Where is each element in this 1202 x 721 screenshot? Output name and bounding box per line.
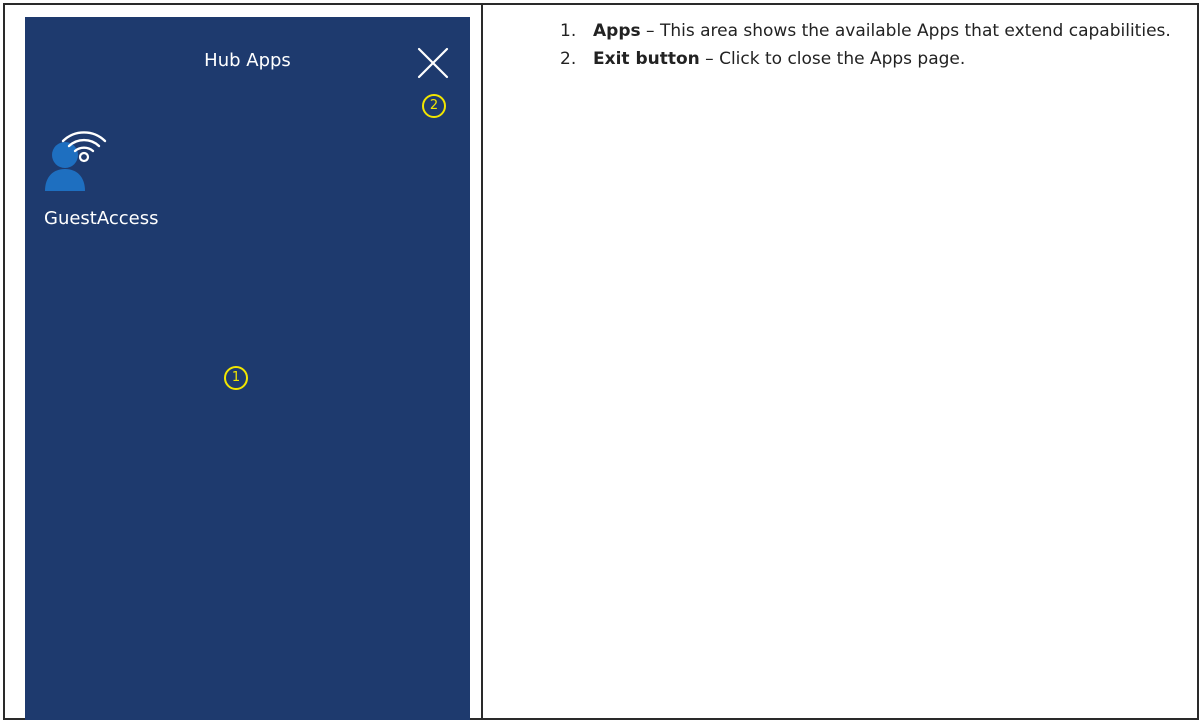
app-tile-guestaccess[interactable]: GuestAccess <box>43 125 193 245</box>
list-term: Apps <box>593 21 641 41</box>
callout-marker-1: 1 <box>224 366 248 390</box>
list-text: This area shows the available Apps that … <box>659 21 1171 41</box>
list-item: 2. Exit button – Click to close the Apps… <box>560 47 1190 71</box>
callout-marker-2: 2 <box>422 94 446 118</box>
page-title: Hub Apps <box>204 50 291 71</box>
close-icon <box>417 47 449 79</box>
app-label: GuestAccess <box>44 208 159 229</box>
list-term: Exit button <box>593 49 700 69</box>
list-separator: – <box>640 21 660 41</box>
close-button[interactable] <box>415 45 451 81</box>
description-list: 1. Apps – This area shows the available … <box>560 19 1190 75</box>
list-text: Click to close the Apps page. <box>719 49 966 69</box>
guest-access-icon <box>45 131 107 191</box>
list-number: 1. <box>560 21 577 41</box>
column-divider <box>481 5 483 718</box>
list-separator: – <box>699 49 720 69</box>
document-table: Hub Apps 2 GuestAccess 1 1. Apps – This … <box>3 3 1199 720</box>
list-number: 2. <box>560 49 577 69</box>
hub-apps-screen: Hub Apps 2 GuestAccess 1 <box>25 17 470 720</box>
list-item: 1. Apps – This area shows the available … <box>560 19 1190 43</box>
